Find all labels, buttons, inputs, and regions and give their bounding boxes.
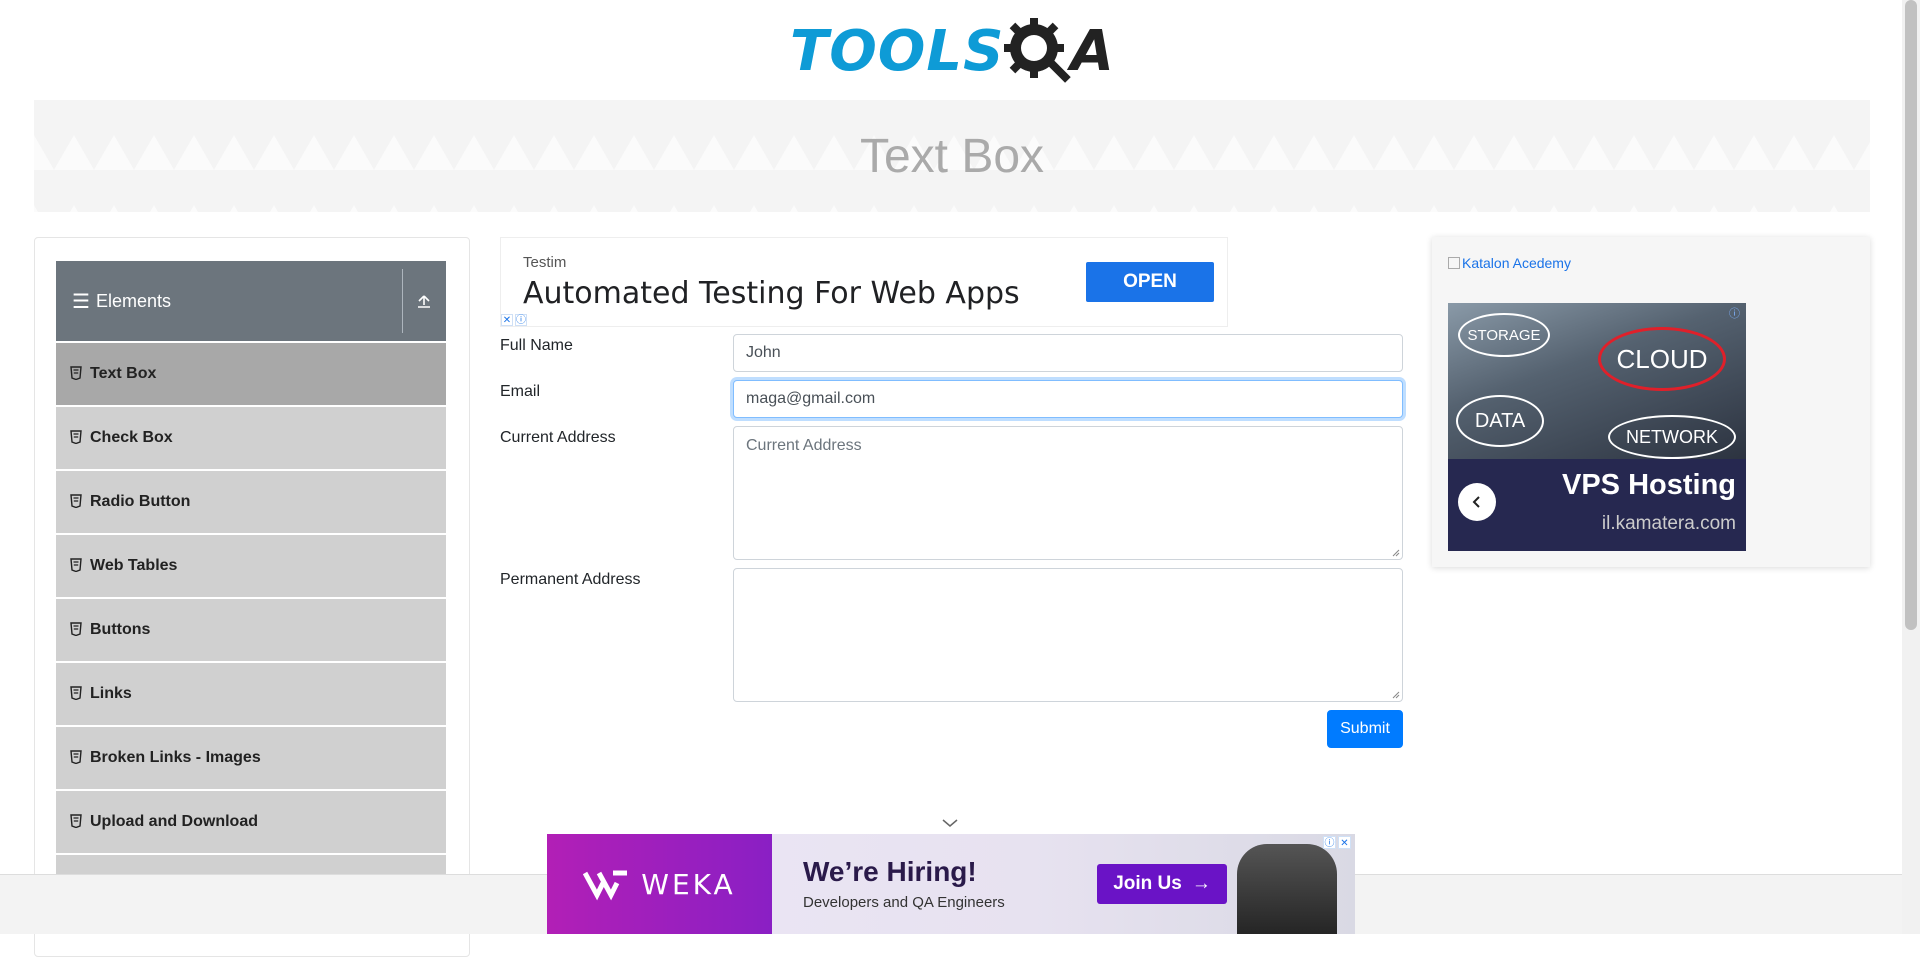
katalon-broken-image-link[interactable]: Katalon Acedemy (1448, 255, 1571, 271)
testim-ad[interactable]: Testim Automated Testing For Web Apps OP… (500, 237, 1228, 327)
elements-group-header[interactable]: ☰ Elements (56, 261, 446, 341)
scrollbar-thumb[interactable] (1905, 0, 1917, 630)
gear-magnifier-icon (1004, 18, 1072, 83)
ad-choices[interactable]: ✕ ⓘ (501, 314, 527, 326)
sidebar-item-label: Check Box (90, 429, 173, 446)
ad-brand: Testim (523, 254, 567, 271)
cloud-bubble: CLOUD (1598, 327, 1726, 391)
sidebar-item-label: Web Tables (90, 557, 178, 574)
logo-text-a: A (1070, 19, 1115, 84)
email-label: Email (500, 383, 541, 400)
full-name-value: John (746, 344, 781, 361)
group-title: Elements (95, 290, 171, 311)
hamburger-icon: ☰ (72, 290, 90, 313)
sidebar-item-text-box[interactable]: Text Box (56, 343, 446, 405)
sidebar-item-web-tables[interactable]: Web Tables (56, 535, 446, 597)
html5-icon (70, 750, 84, 766)
permanent-address-textarea[interactable] (733, 568, 1403, 702)
hiring-subtext: Developers and QA Engineers (803, 894, 1005, 911)
email-value: maga@gmail.com (746, 390, 876, 407)
ad-open-button[interactable]: OPEN (1086, 262, 1214, 302)
html5-icon (70, 814, 84, 830)
weka-mark-icon (583, 870, 628, 901)
sidebar-item-label: Links (90, 685, 132, 702)
weka-name: WEKA (641, 867, 736, 901)
sidebar: ☰ Elements Text Box Check Box Radio Butt… (56, 261, 446, 917)
page-banner: Text Box (34, 100, 1870, 212)
vps-title: VPS Hosting (1561, 469, 1736, 501)
header-divider (402, 269, 403, 333)
join-us-button[interactable]: Join Us → (1097, 864, 1227, 904)
current-address-textarea[interactable]: Current Address (733, 426, 1403, 560)
sidebar-item-check-box[interactable]: Check Box (56, 407, 446, 469)
html5-icon (70, 686, 84, 702)
storage-bubble: STORAGE (1458, 313, 1550, 357)
resize-handle-icon[interactable] (1390, 547, 1400, 557)
collapse-up-icon[interactable] (412, 289, 436, 313)
page-title: Text Box (859, 129, 1045, 183)
network-bubble: NETWORK (1608, 415, 1736, 459)
toolsqa-logo[interactable]: TOOLS A (790, 14, 1115, 90)
close-icon[interactable]: ✕ (1338, 836, 1351, 849)
sidebar-item-label: Upload and Download (90, 813, 258, 830)
vps-hosting-ad[interactable]: STORAGE CLOUD DATA NETWORK VPS Hosting i… (1448, 303, 1746, 551)
vps-domain: il.kamatera.com (1601, 513, 1736, 534)
close-icon[interactable]: ✕ (501, 314, 513, 326)
html5-icon (70, 366, 84, 382)
email-input[interactable]: maga@gmail.com (733, 380, 1403, 418)
current-address-label: Current Address (500, 429, 616, 446)
sidebar-item-broken-links[interactable]: Broken Links - Images (56, 727, 446, 789)
resize-handle-icon[interactable] (1390, 689, 1400, 699)
full-name-input[interactable]: John (733, 334, 1403, 372)
sidebar-item-label: Radio Button (90, 493, 191, 510)
hiring-headline: We’re Hiring! (803, 856, 977, 887)
html5-icon (70, 558, 84, 574)
logo-text-tools: TOOLS (790, 19, 1005, 84)
sidebar-item-buttons[interactable]: Buttons (56, 599, 446, 661)
data-bubble: DATA (1456, 395, 1544, 447)
current-address-placeholder: Current Address (746, 437, 862, 454)
image-alt-text: Katalon Acedemy (1462, 255, 1571, 271)
html5-icon (70, 622, 84, 638)
info-icon[interactable]: ⓘ (515, 314, 527, 326)
sidebar-item-label: Buttons (90, 621, 151, 638)
chevron-down-icon[interactable] (941, 816, 959, 830)
arrow-right-icon: → (1191, 873, 1211, 894)
weka-ad[interactable]: WEKA We’re Hiring! Developers and QA Eng… (547, 834, 1355, 934)
ad-headline[interactable]: Automated Testing For Web Apps (523, 276, 1020, 311)
submit-button[interactable]: Submit (1327, 710, 1403, 748)
info-icon[interactable]: ⓘ (1729, 305, 1740, 321)
previous-arrow-icon[interactable] (1458, 483, 1496, 521)
sidebar-item-label: Broken Links - Images (90, 749, 261, 766)
sidebar-item-radio-button[interactable]: Radio Button (56, 471, 446, 533)
right-ad-panel: Katalon Acedemy STORAGE CLOUD DATA NETWO… (1432, 237, 1870, 567)
sidebar-item-upload-download[interactable]: Upload and Download (56, 791, 446, 853)
sidebar-item-label: Text Box (90, 365, 157, 382)
permanent-address-label: Permanent Address (500, 571, 641, 588)
html5-icon (70, 430, 84, 446)
ad-choices[interactable]: ⓘ ✕ (1323, 836, 1351, 849)
join-us-label: Join Us (1113, 873, 1182, 894)
info-icon[interactable]: ⓘ (1323, 836, 1336, 849)
full-name-label: Full Name (500, 337, 573, 354)
html5-icon (70, 494, 84, 510)
weka-logo: WEKA (547, 834, 772, 934)
sidebar-item-links[interactable]: Links (56, 663, 446, 725)
broken-image-icon (1448, 257, 1460, 269)
backpack-image (1237, 844, 1337, 934)
